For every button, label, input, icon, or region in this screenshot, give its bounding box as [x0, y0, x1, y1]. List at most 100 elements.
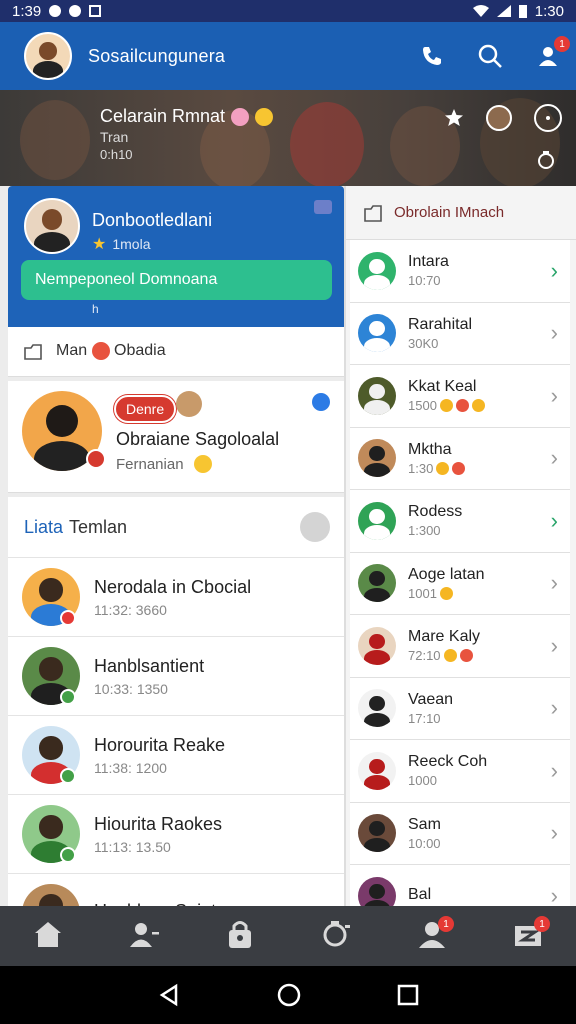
- sync-icon: [69, 5, 82, 17]
- chat-row[interactable]: Aoge latan 1001 ›: [350, 552, 570, 615]
- chat-avatar: [358, 314, 396, 353]
- friend-row[interactable]: Nerodala in Cbocial 11:32: 3660: [8, 557, 344, 636]
- chat-name: Reeck Coh: [408, 753, 488, 771]
- nav-inbox[interactable]: 1: [508, 916, 550, 956]
- chat-row[interactable]: Kkat Keal 1500 ›: [350, 365, 570, 428]
- chat-heading: Obrolain IMnach: [394, 204, 505, 221]
- chat-sub: 1500: [408, 398, 437, 414]
- emoji-icon: [443, 649, 457, 663]
- add-friend-icon: [128, 920, 160, 953]
- chevron-right-icon[interactable]: ›: [551, 820, 558, 846]
- chat-avatar: [358, 876, 396, 906]
- chevron-right-icon[interactable]: ›: [551, 883, 558, 906]
- reaction-avatar: [176, 391, 202, 417]
- emoji-icon: [471, 399, 485, 413]
- chat-avatar: [358, 689, 396, 728]
- nav-camera[interactable]: [316, 916, 356, 956]
- chat-avatar: [358, 251, 396, 290]
- emoji-icon: [439, 399, 453, 413]
- chat-avatar: [358, 814, 396, 853]
- friend-name: Hanblsantient: [94, 655, 205, 676]
- love-emoji-icon: [231, 107, 250, 126]
- chat-sub: 1:300: [408, 523, 441, 539]
- chat-avatar: [358, 564, 396, 603]
- friend-row[interactable]: Hiourita Raokes 11:13: 13.50: [8, 794, 344, 873]
- status-time: 1:39: [12, 2, 42, 20]
- chat-avatar: [358, 626, 396, 665]
- chevron-right-icon[interactable]: ›: [551, 383, 558, 409]
- chat-row[interactable]: Intara 10:70 ›: [350, 240, 570, 303]
- chevron-right-icon[interactable]: ›: [551, 570, 558, 596]
- profile-action-button[interactable]: Nempeponeol Domnoana: [21, 260, 332, 300]
- story-tag[interactable]: Denre: [114, 395, 177, 423]
- chevron-right-icon[interactable]: ›: [551, 508, 558, 534]
- nav-badge: 1: [534, 916, 550, 932]
- friend-status-icon: [60, 689, 76, 705]
- viewer-avatar[interactable]: [486, 105, 512, 131]
- my-avatar[interactable]: [24, 32, 72, 80]
- home-icon: [33, 920, 63, 953]
- info-icon[interactable]: [312, 393, 330, 411]
- chat-avatar: [358, 751, 396, 790]
- chat-row[interactable]: Reeck Coh 1000 ›: [350, 740, 570, 803]
- story-banner[interactable]: Celarain Rmnat Tran 0:h10: [0, 90, 576, 186]
- friend-time: 11:38: 1200: [94, 759, 167, 776]
- friend-status-icon: [60, 610, 76, 626]
- chat-row[interactable]: Sam 10:00 ›: [350, 802, 570, 865]
- call-button[interactable]: [418, 42, 446, 70]
- search-icon: [478, 44, 502, 68]
- chevron-right-icon[interactable]: ›: [551, 633, 558, 659]
- friend-name: Hiourita Raokes: [94, 813, 223, 834]
- home-circle-icon[interactable]: [276, 982, 302, 1008]
- nav-person[interactable]: 1: [412, 916, 454, 956]
- friend-name: Horourita Reake: [94, 734, 226, 755]
- friend-time: 11:13: 13.50: [94, 838, 171, 855]
- nav-lock[interactable]: [220, 916, 260, 956]
- banner-time: 0:h10: [100, 147, 133, 162]
- chat-sub: 1001: [408, 585, 437, 601]
- nav-add-friend[interactable]: [124, 916, 164, 956]
- notifications-button[interactable]: 1: [534, 36, 570, 70]
- friend-status-icon: [60, 768, 76, 784]
- more-options-button[interactable]: [534, 104, 562, 132]
- notification-badge: 1: [554, 36, 570, 52]
- chevron-right-icon[interactable]: ›: [551, 320, 558, 346]
- chat-name: Rarahital: [408, 315, 473, 333]
- recents-icon[interactable]: [397, 984, 419, 1006]
- chat-row[interactable]: Bal ›: [350, 865, 570, 906]
- chat-sub: 30K0: [408, 335, 439, 351]
- profile-avatar[interactable]: [24, 198, 80, 254]
- chat-row[interactable]: Mare Kaly 72:10 ›: [350, 615, 570, 678]
- chat-row[interactable]: Rarahital 30K0 ›: [350, 302, 570, 365]
- chat-name: Rodess: [408, 503, 463, 521]
- friend-row[interactable]: Haoblsao Sojot: [8, 873, 344, 907]
- create-post-row[interactable]: Man Obadia: [8, 327, 344, 377]
- chevron-right-icon[interactable]: ›: [551, 445, 558, 471]
- chevron-right-icon[interactable]: ›: [551, 758, 558, 784]
- chat-name: Mktha: [408, 440, 452, 458]
- chat-name: Bal: [408, 885, 432, 903]
- chat-row[interactable]: Rodess 1:300 ›: [350, 490, 570, 553]
- friend-time: 11:32: 3660: [94, 601, 167, 618]
- chat-panel: Obrolain IMnach Intara 10:70 › Rarahital 30K…: [344, 186, 576, 906]
- friend-avatar: [22, 884, 80, 907]
- nav-home[interactable]: [28, 916, 68, 956]
- story-card[interactable]: Denre Obraiane Sagoloalal Fernanian: [8, 381, 344, 493]
- chat-row[interactable]: Vaean 17:10 ›: [350, 677, 570, 740]
- message-icon[interactable]: [314, 200, 332, 214]
- chat-avatar: [358, 501, 396, 540]
- back-icon[interactable]: [157, 983, 181, 1007]
- search-button[interactable]: [476, 42, 504, 70]
- camera-switch-icon[interactable]: [534, 148, 558, 172]
- story-title: Obraiane Sagoloalal: [116, 429, 280, 449]
- friend-row[interactable]: Horourita Reake 11:38: 1200: [8, 715, 344, 794]
- friend-row[interactable]: Hanblsantient 10:33: 1350: [8, 636, 344, 715]
- profile-status: 1mola: [112, 236, 151, 252]
- chevron-right-icon[interactable]: ›: [551, 695, 558, 721]
- chat-name: Vaean: [408, 690, 454, 708]
- chat-row[interactable]: Mktha 1:30 ›: [350, 427, 570, 490]
- toggle-icon[interactable]: [300, 512, 330, 542]
- folder-icon: [364, 204, 382, 222]
- chevron-right-icon[interactable]: ›: [551, 258, 558, 284]
- star-icon[interactable]: [444, 108, 464, 128]
